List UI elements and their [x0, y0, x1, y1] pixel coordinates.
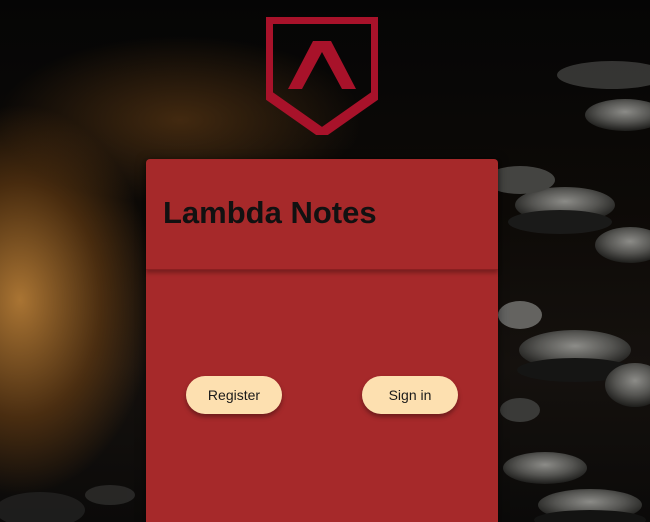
- login-screen: Lambda Notes Register Sign in: [0, 0, 650, 522]
- card-header: Lambda Notes: [146, 159, 498, 270]
- register-button[interactable]: Register: [186, 376, 282, 414]
- lambda-shield-logo-icon: [266, 17, 378, 135]
- login-card: Lambda Notes Register Sign in: [146, 159, 498, 522]
- sign-in-button[interactable]: Sign in: [362, 376, 458, 414]
- app-title: Lambda Notes: [163, 195, 377, 230]
